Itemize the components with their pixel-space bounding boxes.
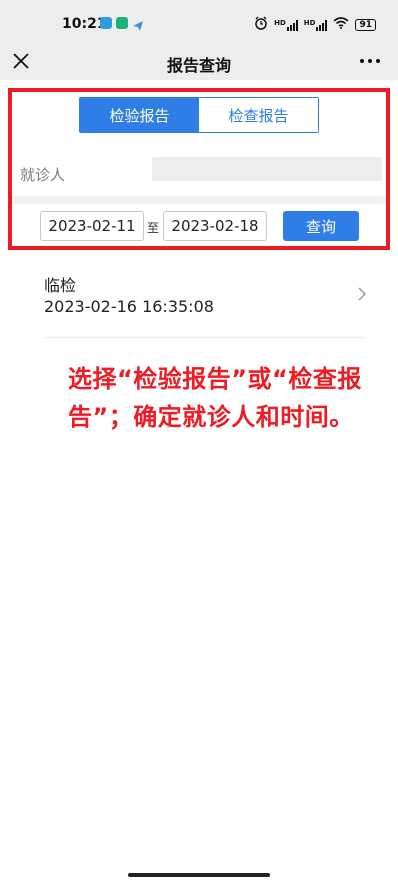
alarm-icon bbox=[254, 16, 268, 33]
page-title: 报告查询 bbox=[166, 56, 231, 75]
close-icon[interactable] bbox=[10, 50, 32, 72]
app-notification-icon bbox=[116, 17, 128, 29]
signal-icon: HD bbox=[304, 19, 328, 31]
notification-icons bbox=[100, 17, 144, 31]
report-datetime: 2023-02-16 16:35:08 bbox=[44, 297, 214, 316]
tab-lab-report[interactable]: 检验报告 bbox=[80, 98, 199, 132]
home-indicator[interactable] bbox=[128, 873, 270, 877]
report-type-toggle: 检验报告 检查报告 bbox=[79, 97, 319, 133]
system-icons: HD HD 91 bbox=[254, 16, 376, 33]
start-date-input[interactable]: 2023-02-11 bbox=[40, 211, 144, 241]
instruction-annotation: 选择“检验报告”或“检查报告”；确定就诊人和时间。 bbox=[68, 365, 362, 431]
signal-icon: HD bbox=[274, 19, 298, 31]
patient-select[interactable] bbox=[152, 157, 382, 181]
date-separator: 至 bbox=[147, 221, 160, 235]
chevron-right-icon bbox=[356, 286, 368, 302]
section-divider bbox=[12, 196, 386, 204]
plane-icon bbox=[132, 17, 144, 31]
more-icon[interactable] bbox=[358, 51, 382, 71]
nav-bar: 报告查询 bbox=[0, 44, 398, 80]
app-notification-icon bbox=[100, 17, 112, 29]
list-divider bbox=[44, 337, 366, 338]
report-type: 临检 bbox=[44, 276, 77, 295]
wifi-icon bbox=[333, 17, 349, 32]
end-date-input[interactable]: 2023-02-18 bbox=[163, 211, 267, 241]
battery-icon: 91 bbox=[355, 18, 376, 31]
tab-exam-report[interactable]: 检查报告 bbox=[199, 98, 318, 132]
patient-label: 就诊人 bbox=[20, 166, 66, 184]
status-bar: 10:21 HD HD 91 bbox=[0, 0, 398, 44]
query-button[interactable]: 查询 bbox=[283, 211, 359, 241]
report-list-item[interactable]: 临检 2023-02-16 16:35:08 bbox=[0, 262, 398, 338]
